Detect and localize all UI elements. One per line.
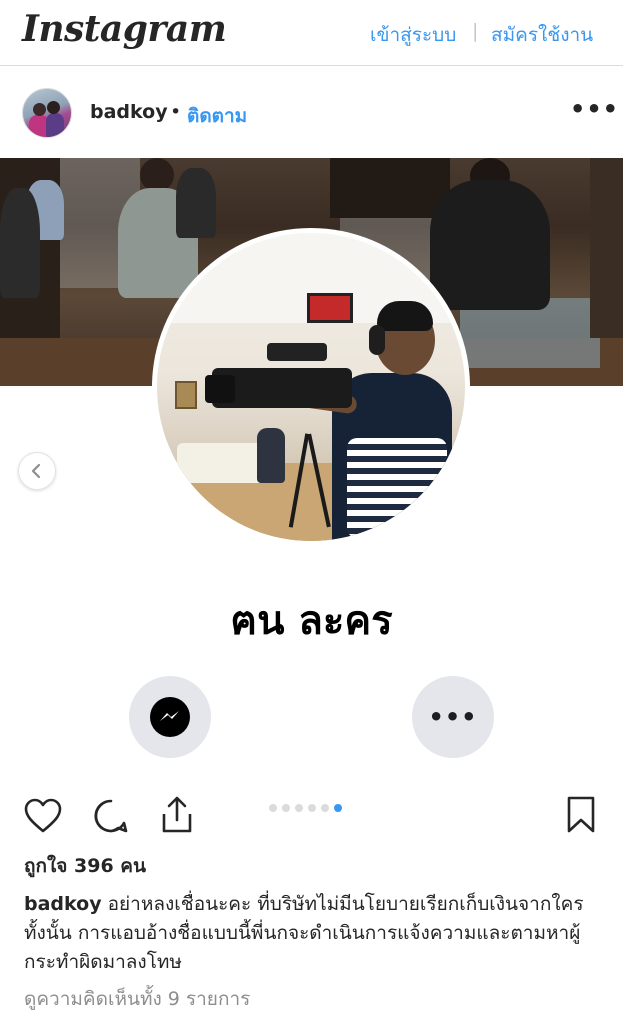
carousel-dot [295, 804, 303, 812]
signup-link[interactable]: สมัครใช้งาน [491, 20, 593, 50]
carousel-dot [269, 804, 277, 812]
carousel-dot [308, 804, 316, 812]
nav-separator: | [472, 20, 479, 42]
comment-icon[interactable] [93, 798, 129, 838]
bookmark-icon[interactable] [566, 796, 596, 838]
profile-more-button[interactable]: ••• [412, 676, 494, 758]
messenger-icon [150, 697, 190, 737]
top-nav: Instagram เข้าสู่ระบบ | สมัครใช้งาน [0, 0, 623, 66]
more-horizontal-icon: ••• [428, 703, 478, 731]
post-action-bar [0, 780, 623, 850]
caption-username[interactable]: badkoy [24, 893, 102, 915]
profile-picture[interactable] [152, 228, 470, 546]
carousel-dot-active [334, 804, 342, 812]
messenger-button[interactable] [129, 676, 211, 758]
chevron-left-icon[interactable] [18, 452, 56, 490]
post-header: badkoy • ติดตาม ••• [0, 67, 623, 158]
post-caption: badkoy อย่าหลงเชื่อนะคะ ที่บริษัทไม่มีนโ… [24, 890, 604, 977]
post-username[interactable]: badkoy [90, 101, 168, 123]
post-media: ฅน ละคร ••• [0, 158, 623, 780]
more-horizontal-icon[interactable]: ••• [570, 95, 619, 123]
instagram-logo[interactable]: Instagram [22, 8, 227, 50]
carousel-dot [321, 804, 329, 812]
avatar[interactable] [22, 88, 72, 138]
carousel-dot [282, 804, 290, 812]
view-all-comments-link[interactable]: ดูความคิดเห็นทั้ง 9 รายการ [24, 984, 250, 1014]
likes-count[interactable]: ถูกใจ 396 คน [24, 851, 146, 881]
profile-display-name: ฅน ละคร [230, 598, 393, 644]
username-separator-dot: • [170, 101, 182, 123]
carousel-indicator [269, 804, 342, 812]
heart-icon[interactable] [24, 798, 62, 838]
login-link[interactable]: เข้าสู่ระบบ [370, 20, 456, 50]
caption-text: อย่าหลงเชื่อนะคะ ที่บริษัทไม่มีนโยบายเรี… [24, 893, 584, 973]
follow-button[interactable]: ติดตาม [187, 101, 247, 131]
share-icon[interactable] [160, 794, 194, 838]
